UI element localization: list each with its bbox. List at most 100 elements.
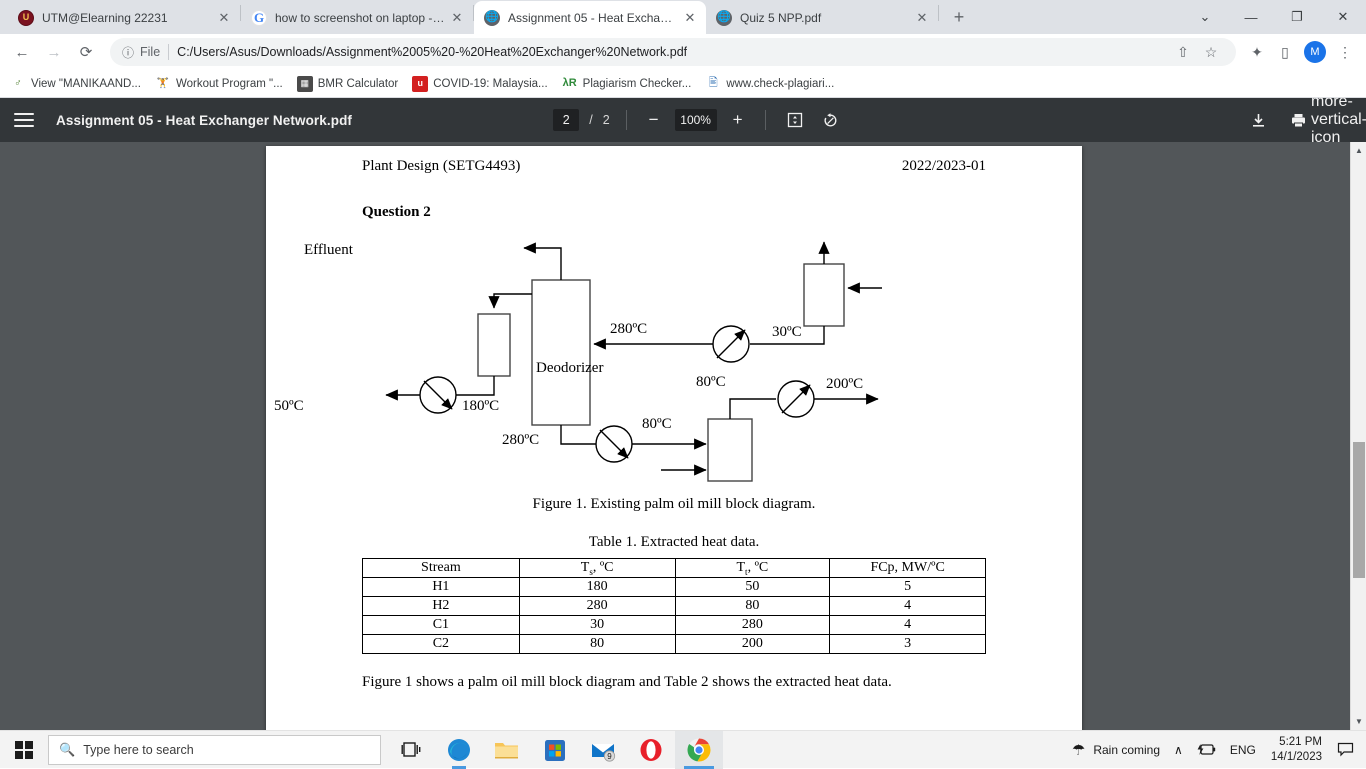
browser-tab-2-active[interactable]: 🌐 Assignment 05 - Heat Exchanger ✕ xyxy=(474,1,706,34)
bookmark-label: www.check-plagiari... xyxy=(726,78,834,90)
cell-ts: 80 xyxy=(519,635,675,654)
taskbar-app-file-explorer[interactable] xyxy=(483,731,531,769)
folder-icon xyxy=(494,739,520,761)
bookmark-label: Plagiarism Checker... xyxy=(583,78,692,90)
bookmark-item-4[interactable]: λR Plagiarism Checker... xyxy=(562,76,692,92)
page-total: 2 xyxy=(603,113,610,127)
weather-widget[interactable]: ☂ Rain coming xyxy=(1065,731,1167,769)
tab-title: Assignment 05 - Heat Exchanger xyxy=(508,11,678,25)
new-tab-button[interactable]: + xyxy=(945,3,973,31)
browser-tab-1[interactable]: G how to screenshot on laptop - Go ✕ xyxy=(241,1,473,34)
fit-page-icon[interactable] xyxy=(782,107,808,133)
person-icon: ♂ xyxy=(10,76,26,92)
scrollbar-thumb[interactable] xyxy=(1353,442,1365,578)
chrome-menu-icon[interactable]: ⋮ xyxy=(1332,39,1358,65)
taskbar-app-mail[interactable]: 9 xyxy=(579,731,627,769)
battery-charging-icon[interactable] xyxy=(1190,731,1223,769)
bookmark-star-icon[interactable]: ☆ xyxy=(1198,39,1224,65)
bookmark-item-2[interactable]: ▦ BMR Calculator xyxy=(297,76,399,92)
scroll-up-arrow-icon[interactable]: ▲ xyxy=(1351,142,1366,159)
rotate-icon[interactable] xyxy=(818,107,844,133)
notification-icon[interactable] xyxy=(1330,731,1360,769)
bookmark-item-5[interactable]: 🖹 www.check-plagiari... xyxy=(705,76,834,92)
bookmark-item-1[interactable]: 🏋 Workout Program "... xyxy=(155,76,283,92)
column-header-fcp: FCp, MW/ºC xyxy=(830,559,986,578)
tab-close-icon[interactable]: ✕ xyxy=(216,10,232,26)
taskbar-app-microsoft-store[interactable] xyxy=(531,731,579,769)
google-icon: G xyxy=(251,10,267,26)
download-icon[interactable] xyxy=(1246,107,1272,133)
cell-fcp: 4 xyxy=(830,616,986,635)
table-header-row: Stream Ts, ºC Tt, ºC FCp, MW/ºC xyxy=(363,559,986,578)
more-vertical-icon[interactable]: more-vertical-icon xyxy=(1326,107,1352,133)
start-button[interactable] xyxy=(0,731,48,769)
calculator-icon: ▦ xyxy=(297,76,313,92)
print-icon[interactable] xyxy=(1286,107,1312,133)
cell-ts: 280 xyxy=(519,597,675,616)
column-header-stream: Stream xyxy=(363,559,520,578)
windows-logo-icon xyxy=(15,741,33,759)
clock-date: 14/1/2023 xyxy=(1271,750,1322,764)
system-tray: ☂ Rain coming ∧ ENG 5:21 PM 14/1/2023 xyxy=(1065,731,1366,769)
window-controls: ⌄ — ❐ ✕ xyxy=(1182,0,1366,34)
store-icon xyxy=(544,738,566,762)
pdf-toolbar-actions: more-vertical-icon xyxy=(1246,107,1352,133)
bookmark-item-0[interactable]: ♂ View "MANIKAAND... xyxy=(10,76,141,92)
bookmarks-bar: ♂ View "MANIKAAND... 🏋 Workout Program "… xyxy=(0,70,1366,98)
tab-search-icon[interactable]: ⌄ xyxy=(1182,0,1228,34)
avatar[interactable]: M xyxy=(1304,41,1326,63)
taskbar-app-edge[interactable] xyxy=(435,731,483,769)
gym-icon: 🏋 xyxy=(155,76,171,92)
extensions-puzzle-icon[interactable]: ✦ xyxy=(1244,39,1270,65)
label-180c: 180ºC xyxy=(462,398,499,414)
pdf-scroll-area[interactable]: Plant Design (SETG4493) 2022/2023-01 Que… xyxy=(0,142,1366,730)
globe-icon: 🌐 xyxy=(716,10,732,26)
label-280c-stripper: 280ºC xyxy=(610,321,647,337)
minimize-button[interactable]: — xyxy=(1228,0,1274,34)
hamburger-icon[interactable] xyxy=(14,113,34,127)
table-row: H2 280 80 4 xyxy=(363,597,986,616)
tab-close-icon[interactable]: ✕ xyxy=(914,10,930,26)
zoom-in-button[interactable]: + xyxy=(727,110,749,130)
scroll-down-arrow-icon[interactable]: ▼ xyxy=(1351,713,1366,730)
back-arrow-icon[interactable]: ← xyxy=(8,38,36,66)
cell-tt: 80 xyxy=(675,597,830,616)
page-info-icon[interactable]: ⓘ xyxy=(122,44,134,61)
reload-icon[interactable]: ⟳ xyxy=(72,38,100,66)
heat-data-table: Stream Ts, ºC Tt, ºC FCp, MW/ºC H1 180 5… xyxy=(362,558,986,654)
page-number-input[interactable] xyxy=(553,109,579,131)
side-panel-icon[interactable]: ▯ xyxy=(1272,39,1298,65)
close-window-button[interactable]: ✕ xyxy=(1320,0,1366,34)
forward-arrow-icon[interactable]: → xyxy=(40,38,68,66)
clock-time: 5:21 PM xyxy=(1279,735,1322,749)
pdf-toolbar: Assignment 05 - Heat Exchanger Network.p… xyxy=(0,98,1366,142)
tab-close-icon[interactable]: ✕ xyxy=(682,10,698,26)
cell-tt: 50 xyxy=(675,578,830,597)
cell-stream: H2 xyxy=(363,597,520,616)
vertical-scrollbar[interactable]: ▲ ▼ xyxy=(1350,142,1366,730)
browser-tab-0[interactable]: U UTM@Elearning 22231 ✕ xyxy=(8,1,240,34)
bookmark-label: View "MANIKAAND... xyxy=(31,78,141,90)
table-row: C2 80 200 3 xyxy=(363,635,986,654)
language-indicator[interactable]: ENG xyxy=(1223,731,1263,769)
bookmark-item-3[interactable]: u COVID-19: Malaysia... xyxy=(412,76,547,92)
task-view-button[interactable] xyxy=(387,731,435,769)
cell-fcp: 3 xyxy=(830,635,986,654)
taskbar-app-chrome[interactable] xyxy=(675,731,723,769)
taskbar-search-input[interactable]: 🔍 Type here to search xyxy=(48,735,381,765)
clock[interactable]: 5:21 PM 14/1/2023 xyxy=(1263,735,1330,764)
label-deodorizer: Deodorizer xyxy=(536,360,603,376)
zoom-out-button[interactable]: − xyxy=(643,110,665,130)
zoom-level-value[interactable]: 100% xyxy=(675,109,717,131)
tab-close-icon[interactable]: ✕ xyxy=(449,10,465,26)
mail-badge-count: 9 xyxy=(607,752,612,761)
figure-caption: Figure 1. Existing palm oil mill block d… xyxy=(266,496,1082,513)
taskbar-app-opera[interactable] xyxy=(627,731,675,769)
tray-expand-button[interactable]: ∧ xyxy=(1167,731,1190,769)
share-icon[interactable]: ⇧ xyxy=(1170,39,1196,65)
label-80c-mixer-in: 80ºC xyxy=(642,416,672,432)
address-bar[interactable]: ⓘ File C:/Users/Asus/Downloads/Assignmen… xyxy=(110,38,1236,66)
maximize-button[interactable]: ❐ xyxy=(1274,0,1320,34)
column-header-ts: Ts, ºC xyxy=(519,559,675,578)
browser-tab-3[interactable]: 🌐 Quiz 5 NPP.pdf ✕ xyxy=(706,1,938,34)
